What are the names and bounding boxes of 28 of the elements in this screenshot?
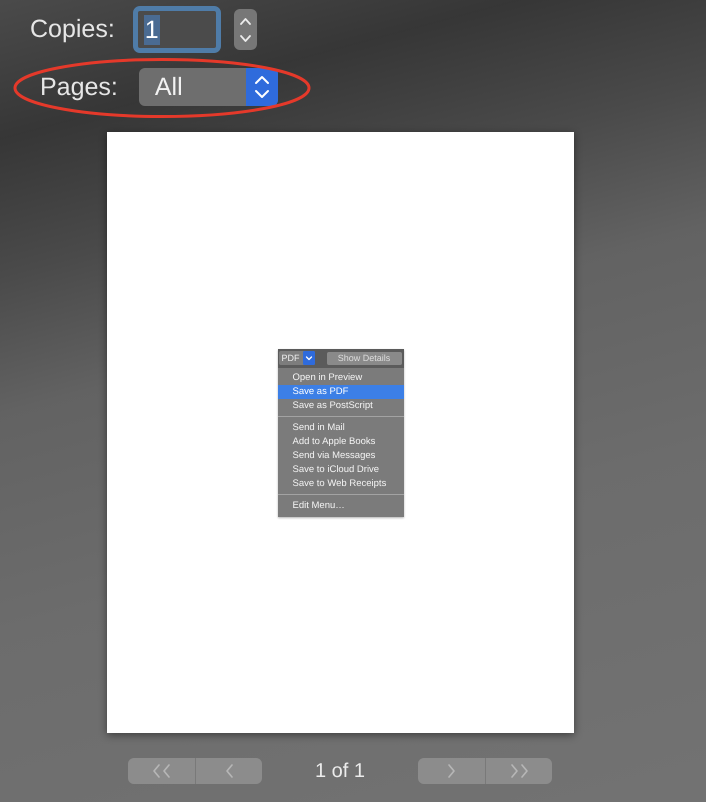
double-chevron-right-icon [508, 763, 530, 779]
previous-page-button[interactable] [196, 758, 262, 784]
menu-item[interactable]: Save as PDF [278, 384, 404, 398]
menu-item[interactable]: Open in Preview [278, 370, 404, 384]
first-page-button[interactable] [128, 758, 196, 784]
menu-item[interactable]: Edit Menu… [278, 498, 404, 512]
next-page-button[interactable] [418, 758, 486, 784]
copies-label: Copies: [30, 17, 115, 42]
menu-item[interactable]: Send via Messages [278, 448, 404, 462]
pages-label: Pages: [40, 74, 118, 100]
menu-item[interactable]: Save to Web Receipts [278, 476, 404, 490]
menu-item[interactable]: Add to Apple Books [278, 434, 404, 448]
chevron-left-icon [224, 763, 234, 779]
page-counter: 1 of 1 [314, 761, 366, 781]
menu-item[interactable]: Save as PostScript [278, 398, 404, 412]
double-chevron-left-icon [151, 763, 172, 779]
show-details-button[interactable]: Show Details [326, 352, 402, 364]
up-down-chevron-icon [240, 16, 251, 42]
copies-field[interactable]: 1 [132, 6, 221, 53]
up-down-chevron-icon [246, 68, 278, 106]
chevron-down-icon [302, 351, 314, 365]
last-page-button[interactable] [486, 758, 552, 784]
menu-item[interactable]: Save to iCloud Drive [278, 462, 404, 476]
chevron-right-icon [446, 763, 457, 779]
menu-item[interactable]: Send in Mail [278, 420, 404, 434]
stepper-button[interactable] [234, 9, 257, 50]
pdf-button[interactable]: PDF [278, 351, 314, 365]
pages-popup[interactable]: All [138, 68, 278, 106]
